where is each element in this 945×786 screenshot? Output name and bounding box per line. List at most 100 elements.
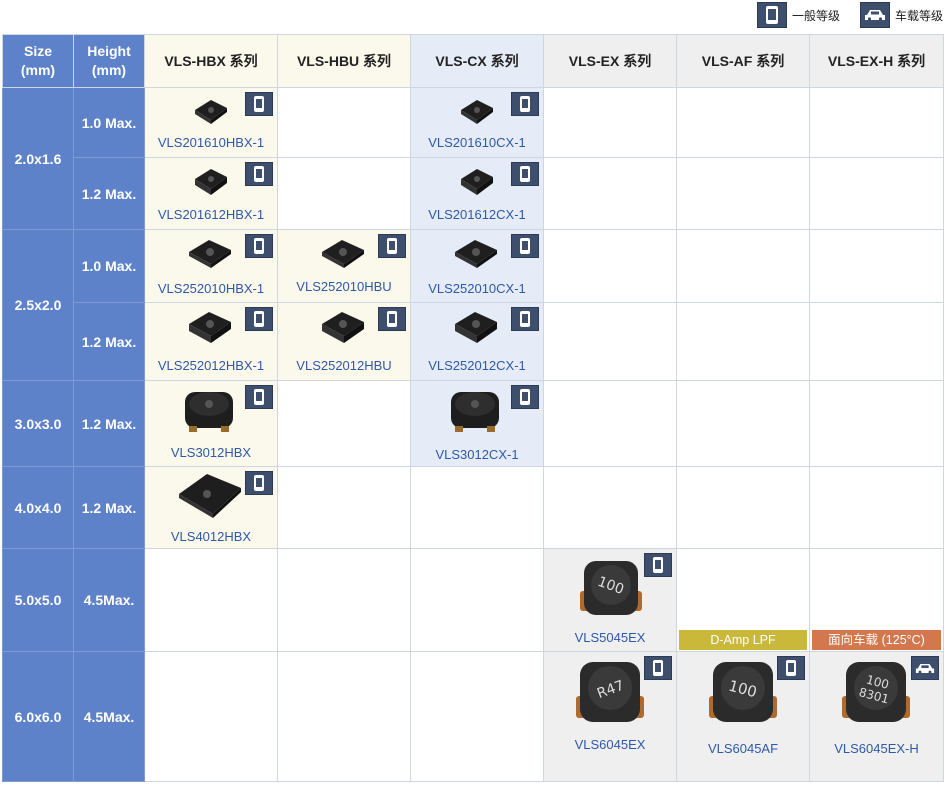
empty-cell <box>543 302 677 381</box>
smartphone-icon <box>245 307 273 331</box>
empty-cell <box>277 466 411 549</box>
product-link[interactable]: VLS201610CX-1 <box>411 135 543 150</box>
header-series-af: VLS-AF 系列 <box>676 34 810 88</box>
inductor-image <box>189 240 231 268</box>
size-label: 2.5x2.0 <box>2 229 74 381</box>
product-cell[interactable]: VLS201612HBX-1 <box>144 157 278 230</box>
legend-automotive: 车载等级 <box>859 2 943 28</box>
product-cell[interactable]: VLS201610CX-1 <box>410 87 544 158</box>
smartphone-icon <box>511 385 539 409</box>
product-link[interactable]: VLS252012CX-1 <box>411 358 543 373</box>
product-cell[interactable]: VLS252010HBX-1 <box>144 229 278 303</box>
product-cell[interactable]: VLS252012CX-1 <box>410 302 544 381</box>
inductor-image <box>455 312 497 343</box>
automotive-tag: 面向车载 (125°C) <box>812 630 941 650</box>
inductor-image <box>455 240 497 268</box>
smartphone-icon <box>777 656 805 680</box>
smartphone-icon <box>511 92 539 116</box>
product-link[interactable]: VLS252010CX-1 <box>411 281 543 296</box>
smartphone-icon <box>245 92 273 116</box>
product-link[interactable]: VLS4012HBX <box>145 529 277 544</box>
empty-cell <box>410 466 544 549</box>
height-label: 4.5Max. <box>73 651 145 782</box>
product-link[interactable]: VLS6045EX <box>544 737 676 752</box>
empty-cell <box>144 548 278 652</box>
product-cell[interactable]: VLS3012CX-1 <box>410 380 544 467</box>
size-label: 6.0x6.0 <box>2 651 74 782</box>
empty-cell <box>676 229 810 303</box>
product-link[interactable]: VLS3012CX-1 <box>411 447 543 462</box>
empty-cell <box>277 651 411 782</box>
smartphone-icon <box>378 307 406 331</box>
inductor-small-image <box>195 169 227 195</box>
inductor-image <box>322 312 364 343</box>
inductor-image <box>189 312 231 343</box>
empty-cell <box>277 87 411 158</box>
height-label: 1.2 Max. <box>73 302 145 381</box>
header-series-cx: VLS-CX 系列 <box>410 34 544 88</box>
empty-cell <box>809 466 944 549</box>
product-cell[interactable]: R47 VLS6045EX <box>543 651 677 782</box>
inductor-image <box>179 474 241 518</box>
header-size: Size (mm) <box>2 34 74 88</box>
product-link[interactable]: VLS252012HBX-1 <box>145 358 277 373</box>
empty-cell <box>809 229 944 303</box>
empty-cell <box>410 548 544 652</box>
product-cell[interactable]: 100 8301 VLS6045EX-H 面向车载 (125°C) <box>809 630 944 782</box>
power-inductor-image: 1008301 <box>842 662 910 722</box>
product-link[interactable]: VLS201612HBX-1 <box>145 207 277 222</box>
size-label: 3.0x3.0 <box>2 380 74 467</box>
product-link[interactable]: VLS201610HBX-1 <box>145 135 277 150</box>
product-link[interactable]: VLS6045AF <box>677 741 809 756</box>
product-cell[interactable]: VLS252012HBX-1 <box>144 302 278 381</box>
product-cell[interactable]: VLS201610HBX-1 <box>144 87 278 158</box>
smartphone-icon <box>245 234 273 258</box>
product-cell[interactable]: VLS252010HBU <box>277 229 411 303</box>
empty-cell <box>676 302 810 381</box>
product-cell[interactable]: VLS4012HBX <box>144 466 278 549</box>
product-link[interactable]: VLS201612CX-1 <box>411 207 543 222</box>
product-cell[interactable]: VLS252010CX-1 <box>410 229 544 303</box>
smartphone-icon <box>511 234 539 258</box>
product-link[interactable]: VLS252010HBU <box>278 279 410 294</box>
product-link[interactable]: VLS252012HBU <box>278 358 410 373</box>
product-link[interactable]: VLS252010HBX-1 <box>145 281 277 296</box>
product-cell[interactable]: 100 VLS6045AF D-Amp LPF <box>676 630 810 782</box>
legend-automotive-label: 车载等级 <box>894 8 943 23</box>
empty-cell <box>543 157 677 230</box>
product-link[interactable]: VLS5045EX <box>544 630 676 645</box>
empty-cell <box>543 380 677 467</box>
power-inductor-image: 100 <box>709 662 777 722</box>
car-icon <box>859 2 890 28</box>
header-series-hbu: VLS-HBU 系列 <box>277 34 411 88</box>
empty-cell <box>676 157 810 230</box>
size-label: 2.0x1.6 <box>2 87 74 230</box>
product-cell[interactable]: VLS3012HBX <box>144 380 278 467</box>
legend-general: 一般等级 <box>756 2 840 28</box>
height-label: 1.2 Max. <box>73 157 145 230</box>
empty-cell <box>277 548 411 652</box>
inductor-small-image <box>195 100 227 124</box>
product-link[interactable]: VLS3012HBX <box>145 445 277 460</box>
product-cell[interactable]: VLS252012HBU <box>277 302 411 381</box>
product-link[interactable]: VLS6045EX-H <box>810 741 943 756</box>
smartphone-icon <box>245 162 273 186</box>
inductor-image <box>322 240 364 268</box>
product-matrix: Size (mm) Height (mm) VLS-HBX 系列 VLS-HBU… <box>2 34 944 782</box>
height-label: 1.0 Max. <box>73 87 145 158</box>
product-cell[interactable]: 100 VLS5045EX <box>543 548 677 652</box>
power-inductor-image: 100 <box>580 561 642 615</box>
smartphone-icon <box>511 307 539 331</box>
product-cell[interactable]: VLS201612CX-1 <box>410 157 544 230</box>
grade-legend: 一般等级 车载等级 <box>743 0 945 30</box>
size-label: 4.0x4.0 <box>2 466 74 549</box>
header-series-ex: VLS-EX 系列 <box>543 34 677 88</box>
height-label: 1.2 Max. <box>73 380 145 467</box>
empty-cell <box>144 651 278 782</box>
smartphone-icon <box>245 385 273 409</box>
smartphone-icon <box>511 162 539 186</box>
empty-cell <box>277 380 411 467</box>
empty-cell <box>676 87 810 158</box>
inductor-image <box>185 392 233 432</box>
empty-cell <box>543 466 677 549</box>
